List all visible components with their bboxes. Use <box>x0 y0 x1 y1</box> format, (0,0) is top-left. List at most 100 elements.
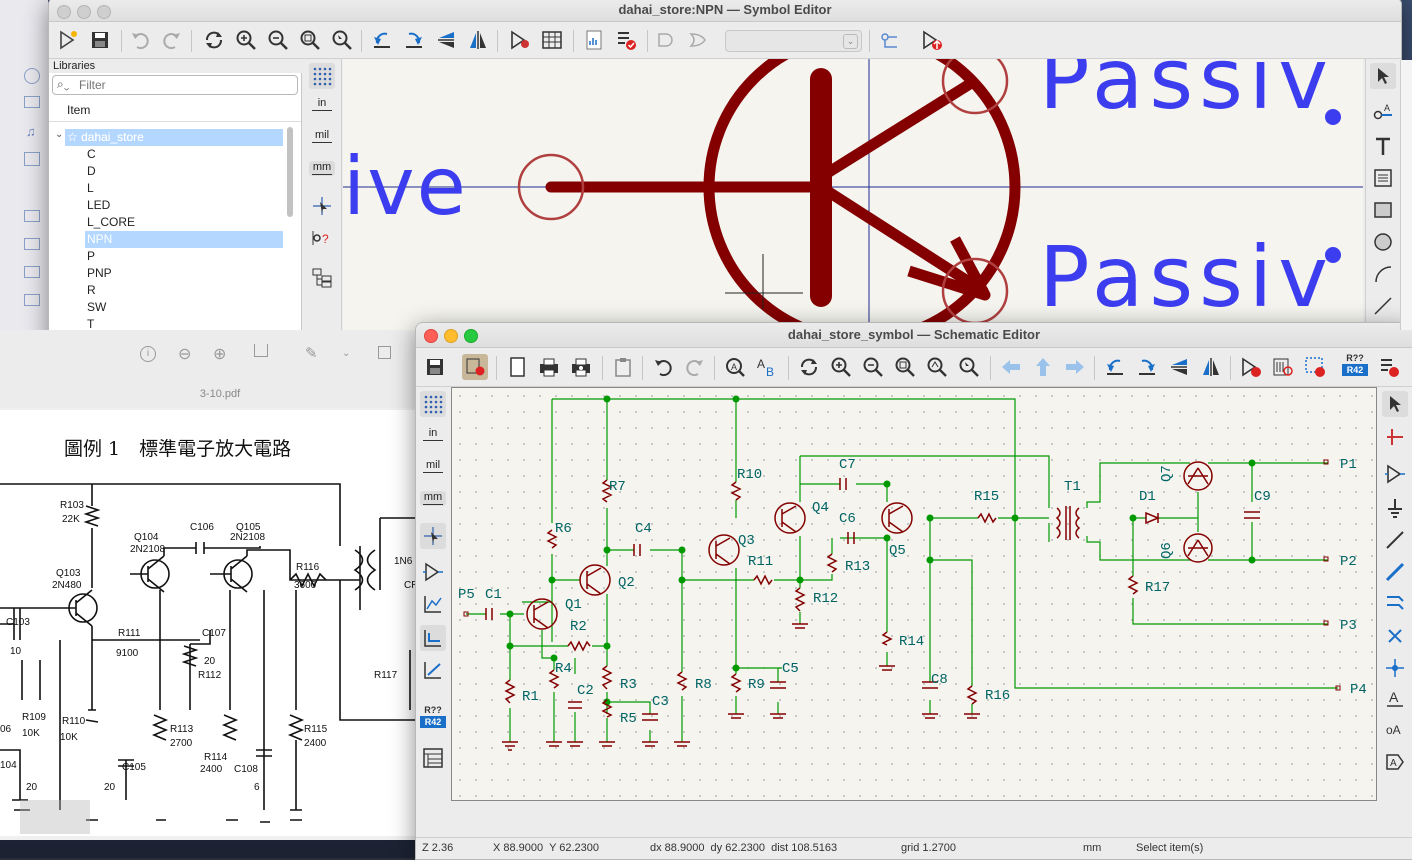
navigate-up-icon[interactable] <box>1030 354 1056 380</box>
zoom-out-icon[interactable] <box>265 27 291 53</box>
rotate-cw-icon[interactable] <box>401 27 427 53</box>
page-settings-icon[interactable] <box>504 354 530 380</box>
zoom-fit-icon[interactable] <box>892 354 918 380</box>
show-demorgan-normal-icon[interactable] <box>653 27 679 53</box>
paste-icon[interactable] <box>610 354 636 380</box>
print-icon[interactable] <box>536 354 562 380</box>
unit-selector[interactable]: ⌄ <box>725 30 862 52</box>
unit-mil-button[interactable]: mil <box>420 459 446 474</box>
symbol-editor-icon[interactable] <box>1238 354 1264 380</box>
mirror-horizontal-icon[interactable] <box>1198 354 1224 380</box>
add-symbol-to-schematic-icon[interactable] <box>919 27 945 53</box>
markup-pen-icon[interactable]: ✎ <box>305 344 318 362</box>
wire-mode-free-icon[interactable] <box>420 591 446 617</box>
tree-item-led[interactable]: LED <box>87 197 110 214</box>
add-junction-icon[interactable] <box>1382 655 1408 681</box>
show-pin-electrical-type-icon[interactable] <box>877 27 903 53</box>
maximize-button[interactable] <box>464 329 478 343</box>
mirror-vertical-icon[interactable] <box>433 27 459 53</box>
plot-icon[interactable] <box>568 354 594 380</box>
add-text-icon[interactable] <box>1370 133 1396 159</box>
datasheet-icon[interactable] <box>581 27 607 53</box>
add-circle-icon[interactable] <box>1370 229 1396 255</box>
redo-icon[interactable] <box>682 354 708 380</box>
hidden-pins-icon[interactable] <box>420 559 446 585</box>
zoom-fit-icon[interactable] <box>297 27 323 53</box>
rotate-ccw-icon[interactable] <box>369 27 395 53</box>
symbol-properties-icon[interactable] <box>507 27 533 53</box>
add-global-label-icon[interactable]: οA <box>1382 717 1408 743</box>
tree-item-p[interactable]: P <box>87 248 95 265</box>
navigate-back-icon[interactable] <box>998 354 1024 380</box>
find-replace-icon[interactable]: AB <box>754 354 780 380</box>
schematic-setup-icon[interactable] <box>462 354 488 380</box>
zoom-selection-icon[interactable] <box>329 27 355 53</box>
tree-item-sw[interactable]: SW <box>87 299 106 316</box>
tree-item-r[interactable]: R <box>87 282 96 299</box>
filter-field[interactable]: ⌕⌄ <box>52 75 298 95</box>
wire-mode-45-icon[interactable] <box>420 657 446 683</box>
highlight-net-icon[interactable] <box>1382 423 1408 449</box>
undo-icon[interactable] <box>127 27 153 53</box>
mirror-horizontal-icon[interactable] <box>465 27 491 53</box>
annotate-icon[interactable] <box>1302 354 1328 380</box>
maximize-button[interactable] <box>97 5 111 19</box>
rotate-ccw-icon[interactable] <box>1102 354 1128 380</box>
add-symbol-icon[interactable] <box>1382 461 1408 487</box>
zoom-in-icon[interactable] <box>233 27 259 53</box>
add-line-icon[interactable] <box>1370 293 1396 319</box>
navigate-forward-icon[interactable] <box>1062 354 1088 380</box>
unit-mm-button[interactable]: mm <box>309 161 335 176</box>
symbol-browser-icon[interactable] <box>1270 354 1296 380</box>
unit-mm-button[interactable]: mm <box>420 491 446 506</box>
tree-scrollbar[interactable] <box>287 127 293 217</box>
grid-toggle-icon[interactable] <box>309 63 335 89</box>
show-demorgan-alt-icon[interactable] <box>685 27 711 53</box>
add-arc-icon[interactable] <box>1370 261 1396 287</box>
refresh-icon[interactable] <box>796 354 822 380</box>
zoom-selection-icon[interactable] <box>956 354 982 380</box>
tree-item-npn[interactable]: NPN <box>87 231 112 248</box>
unit-inch-button[interactable]: in <box>309 97 335 112</box>
rotate-cw-icon[interactable] <box>1134 354 1160 380</box>
tree-item-c[interactable]: C <box>87 146 96 163</box>
mirror-vertical-icon[interactable] <box>1166 354 1192 380</box>
rotate-icon[interactable] <box>378 346 391 359</box>
grid-toggle-icon[interactable] <box>420 391 446 417</box>
share-icon[interactable] <box>254 344 268 357</box>
add-wire-icon[interactable] <box>1382 527 1408 553</box>
info-icon[interactable]: i <box>140 346 156 362</box>
zoom-out-icon[interactable] <box>860 354 886 380</box>
select-arrow-icon[interactable] <box>1370 63 1396 89</box>
hierarchy-navigator-icon[interactable] <box>420 745 446 771</box>
new-symbol-icon[interactable] <box>55 27 81 53</box>
symbol-canvas[interactable]: ive Passiv Passiv <box>343 59 1363 344</box>
unit-mil-button[interactable]: mil <box>309 129 335 144</box>
tree-item-d[interactable]: D <box>87 163 96 180</box>
chevron-down-icon[interactable]: ⌄ <box>342 348 350 359</box>
add-textbox-icon[interactable] <box>1370 165 1396 191</box>
pin-table-icon[interactable] <box>539 27 565 53</box>
erc-icon[interactable] <box>1376 354 1402 380</box>
schematic-canvas[interactable]: P5 C1 Q1 R2 R4 R1 C2 R3 R5 C3 R6 R7 Q2 C… <box>451 387 1377 801</box>
add-rectangle-icon[interactable] <box>1370 197 1396 223</box>
minimize-button[interactable] <box>444 329 458 343</box>
add-label-icon[interactable]: A <box>1382 685 1408 711</box>
unit-inch-button[interactable]: in <box>420 427 446 442</box>
close-button[interactable] <box>424 329 438 343</box>
zoom-fit-objects-icon[interactable] <box>924 354 950 380</box>
select-arrow-icon[interactable] <box>1382 391 1408 417</box>
save-icon[interactable] <box>87 27 113 53</box>
no-connect-icon[interactable] <box>1382 623 1408 649</box>
check-symbol-icon[interactable] <box>613 27 639 53</box>
hierarchy-icon[interactable] <box>309 265 335 291</box>
add-bus-entry-icon[interactable] <box>1382 591 1408 617</box>
tree-expand-chevron-icon[interactable]: ⌄ <box>55 129 63 140</box>
add-power-icon[interactable] <box>1382 495 1408 521</box>
close-button[interactable] <box>57 5 71 19</box>
zoom-in-icon[interactable]: ⊕ <box>213 344 226 364</box>
pin-help-icon[interactable]: ? <box>309 225 335 251</box>
add-hierarchical-label-icon[interactable]: A <box>1382 749 1408 775</box>
cursor-crosshair-icon[interactable] <box>309 193 335 219</box>
undo-icon[interactable] <box>650 354 676 380</box>
